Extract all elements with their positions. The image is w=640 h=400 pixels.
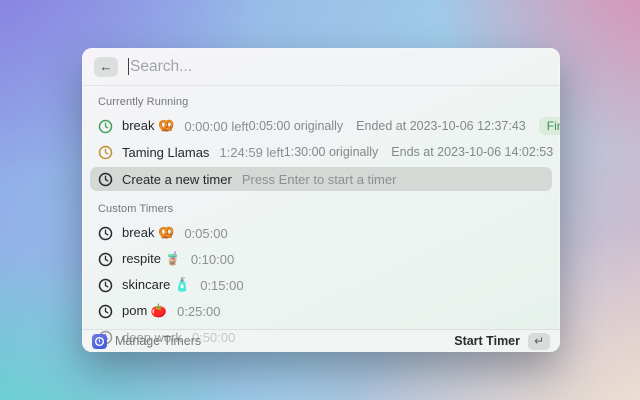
custom-timer-row[interactable]: skincare 🧴 0:15:00 [90, 272, 552, 298]
clock-icon [98, 226, 113, 241]
create-timer-label: Create a new timer [122, 172, 232, 187]
back-arrow-icon: ← [100, 60, 113, 73]
timer-meta-group: 0:05:00 originally Ended at 2023-10-06 1… [249, 117, 560, 135]
status-badge: Finished! [539, 117, 560, 135]
clock-icon [98, 145, 113, 160]
create-new-timer-row[interactable]: Create a new timer Press Enter to start … [90, 167, 552, 191]
search-placeholder: Search... [130, 58, 192, 76]
timer-title: respite 🧋 [122, 251, 181, 267]
timers-app-icon [92, 334, 107, 349]
running-timer-row[interactable]: break 🥨 0:00:00 left 0:05:00 originally … [90, 113, 552, 139]
create-timer-hint: Press Enter to start a timer [242, 172, 397, 187]
launcher-window: ← Search... Currently Running break 🥨 0:… [82, 48, 560, 352]
timer-time-left: 1:24:59 left [219, 145, 283, 160]
back-button[interactable]: ← [94, 57, 118, 77]
timer-title: Taming Llamas [122, 145, 209, 160]
clock-icon [98, 278, 113, 293]
timer-duration: 0:10:00 [191, 252, 234, 267]
section-header-currently-running: Currently Running [90, 90, 552, 113]
primary-action[interactable]: Start Timer ↵ [454, 333, 550, 350]
timer-end-info: Ends at 2023-10-06 14:02:53 [391, 145, 553, 159]
running-timer-row[interactable]: Taming Llamas 1:24:59 left 1:30:00 origi… [90, 139, 552, 165]
manage-timers-label[interactable]: Manage Timers [115, 334, 201, 348]
timer-meta-group: 1:30:00 originally Ends at 2023-10-06 14… [284, 143, 560, 161]
start-timer-button[interactable]: Start Timer [454, 334, 520, 348]
timer-duration: 0:15:00 [200, 278, 243, 293]
search-input[interactable]: Search... [128, 58, 548, 76]
timer-duration: 0:25:00 [177, 304, 220, 319]
clock-icon [98, 304, 113, 319]
timer-original-duration: 0:05:00 originally [249, 119, 344, 133]
custom-timer-row[interactable]: break 🥨 0:05:00 [90, 220, 552, 246]
results-list: Currently Running break 🥨 0:00:00 left 0… [82, 86, 560, 350]
timer-title: break 🥨 [122, 225, 174, 241]
timer-original-duration: 1:30:00 originally [284, 145, 379, 159]
timer-duration: 0:05:00 [184, 226, 227, 241]
custom-timer-row[interactable]: pom 🍅 0:25:00 [90, 298, 552, 324]
return-key-icon: ↵ [528, 333, 550, 350]
clock-icon [98, 172, 113, 187]
timer-title: skincare 🧴 [122, 277, 190, 293]
timer-time-left: 0:00:00 left [184, 119, 248, 134]
timer-title: break 🥨 [122, 118, 174, 134]
clock-icon [98, 119, 113, 134]
timer-end-info: Ended at 2023-10-06 12:37:43 [356, 119, 526, 133]
search-bar: ← Search... [82, 48, 560, 86]
clock-icon [98, 252, 113, 267]
custom-timer-row[interactable]: respite 🧋 0:10:00 [90, 246, 552, 272]
text-caret [128, 58, 129, 75]
timer-title: pom 🍅 [122, 303, 167, 319]
section-header-custom-timers: Custom Timers [90, 193, 552, 220]
footer-bar: Manage Timers Start Timer ↵ [82, 329, 560, 352]
